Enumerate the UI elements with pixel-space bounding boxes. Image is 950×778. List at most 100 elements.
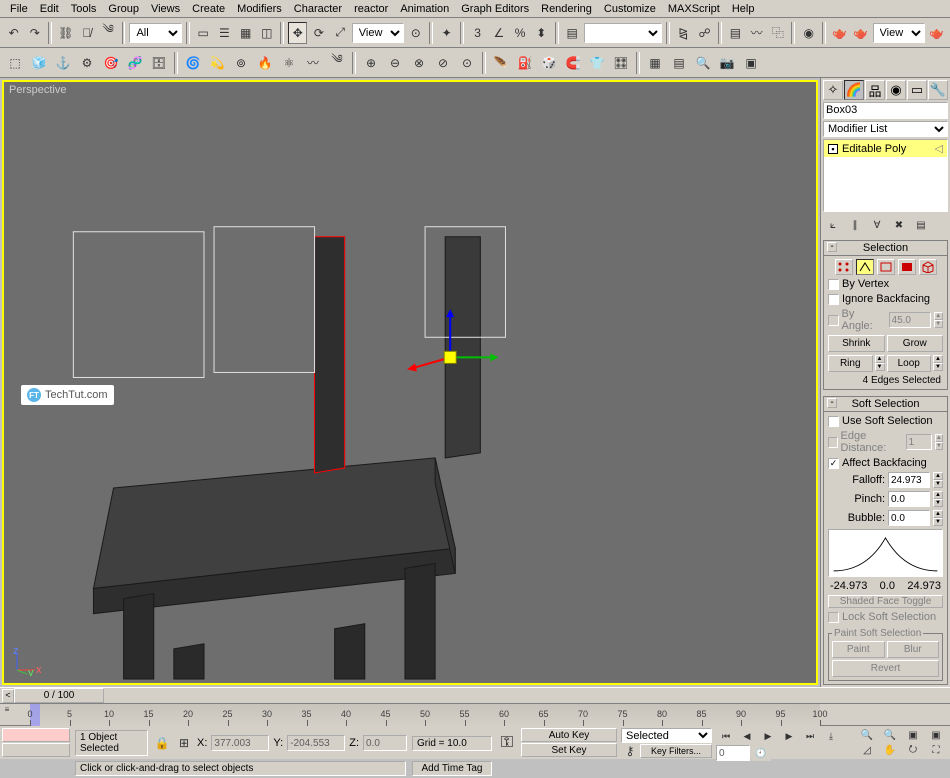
pinch-field[interactable] [888, 491, 930, 507]
pin-stack-button[interactable]: ⟀ [823, 216, 843, 234]
setkey-button[interactable]: Set Key [521, 743, 617, 757]
reactor-btn-33[interactable]: ▣ [740, 52, 762, 74]
menu-tools[interactable]: Tools [65, 2, 103, 16]
subobj-edge[interactable] [856, 259, 874, 275]
autokey-button[interactable]: Auto Key [521, 728, 617, 742]
select-by-name-button[interactable]: ☰ [215, 22, 234, 44]
reactor-btn-4[interactable]: 🎯 [100, 52, 122, 74]
reactor-btn-1[interactable]: 🧊 [28, 52, 50, 74]
chk-ignore-backfacing[interactable] [828, 294, 839, 305]
key-filters-button[interactable]: Key Filters... [640, 744, 712, 758]
render-scene-button[interactable]: 🫖 [830, 22, 849, 44]
selection-filter-combo[interactable]: All [129, 23, 181, 43]
zoom-extents-button[interactable]: ▣ [902, 728, 924, 742]
percent-snap-button[interactable]: % [510, 22, 529, 44]
reactor-btn-12[interactable]: ⚛ [278, 52, 300, 74]
layers-button[interactable]: ▤ [726, 22, 745, 44]
tab-create[interactable]: ✧ [823, 80, 843, 100]
maximize-viewport-button[interactable]: ⛶ [925, 743, 947, 757]
object-name-field[interactable] [823, 102, 948, 119]
redo-button[interactable]: ↷ [25, 22, 44, 44]
orbit-button[interactable]: ⭮ [902, 743, 924, 757]
menu-group[interactable]: Group [102, 2, 145, 16]
reactor-btn-17[interactable]: ⊖ [384, 52, 406, 74]
snap-toggle-button[interactable]: 3 [468, 22, 487, 44]
subobj-border[interactable] [877, 259, 895, 275]
reactor-btn-0[interactable]: ⬚ [4, 52, 26, 74]
loop-spin[interactable]: ▲▼ [933, 355, 943, 371]
menu-file[interactable]: File [4, 2, 34, 16]
subobj-vertex[interactable] [835, 259, 853, 275]
goto-start-button[interactable]: ⏮ [716, 728, 736, 744]
transform-type-in-button[interactable]: ⊞ [175, 735, 193, 751]
bubble-spin[interactable]: ▲▼ [933, 510, 943, 526]
reactor-btn-18[interactable]: ⊗ [408, 52, 430, 74]
pan-button[interactable]: ✋ [879, 743, 901, 757]
menu-reactor[interactable]: reactor [348, 2, 394, 16]
play-button[interactable]: ▶ [758, 728, 778, 744]
ring-button[interactable]: Ring [828, 355, 873, 372]
zoom-all-button[interactable]: 🔍 [879, 728, 901, 742]
menu-maxscript[interactable]: MAXScript [662, 2, 726, 16]
keymode-combo[interactable]: Selected [621, 728, 712, 743]
track-bar[interactable]: ≡ 05101520253035404550556065707580859095… [0, 703, 950, 725]
set-key-icon[interactable]: ⚷ [621, 744, 639, 758]
timeslider-prev-button[interactable]: < [2, 689, 14, 703]
align-button[interactable]: ☍ [695, 22, 714, 44]
reactor-btn-23[interactable]: ⛽ [514, 52, 536, 74]
key-step-button[interactable]: ⤓ [821, 728, 841, 744]
time-ruler[interactable]: 0510152025303540455055606570758085909510… [30, 704, 820, 726]
reactor-btn-3[interactable]: ⚙ [76, 52, 98, 74]
reactor-btn-5[interactable]: 🧬 [124, 52, 146, 74]
reactor-btn-32[interactable]: 📷 [716, 52, 738, 74]
menu-edit[interactable]: Edit [34, 2, 65, 16]
reactor-btn-25[interactable]: 🧲 [562, 52, 584, 74]
fov-button[interactable]: ◿ [856, 743, 878, 757]
y-field[interactable] [287, 735, 345, 751]
reactor-btn-20[interactable]: ⊙ [456, 52, 478, 74]
tab-utilities[interactable]: 🔧 [928, 80, 948, 100]
mini-listener[interactable] [2, 743, 70, 757]
bind-spacewarp-button[interactable]: ༄ [99, 22, 118, 44]
falloff-field[interactable] [888, 472, 930, 488]
curve-editor-button[interactable]: 〰 [747, 22, 766, 44]
named-selection-combo[interactable] [584, 23, 662, 43]
remove-modifier-button[interactable]: ✖ [889, 216, 909, 234]
reactor-btn-8[interactable]: 🌀 [182, 52, 204, 74]
select-scale-button[interactable]: ⤢ [331, 22, 350, 44]
viewport-perspective[interactable]: Perspective [2, 80, 818, 685]
angle-snap-button[interactable]: ∠ [489, 22, 508, 44]
ref-coord-combo[interactable]: View [352, 23, 404, 43]
expand-icon[interactable]: ▪ [828, 144, 838, 154]
render-preset-combo[interactable]: View [873, 23, 925, 43]
x-field[interactable] [211, 735, 269, 751]
quick-render-button[interactable]: 🫖 [851, 22, 870, 44]
schematic-view-button[interactable]: ⿻ [768, 22, 787, 44]
tab-hierarchy[interactable]: 品 [865, 80, 885, 100]
add-time-tag[interactable]: Add Time Tag [412, 761, 492, 776]
z-field[interactable] [363, 735, 407, 751]
reactor-btn-26[interactable]: 👕 [586, 52, 608, 74]
next-frame-button[interactable]: ▶ [779, 728, 799, 744]
subobj-polygon[interactable] [898, 259, 916, 275]
configure-sets-button[interactable]: ▤ [911, 216, 931, 234]
manipulate-button[interactable]: ✦ [437, 22, 456, 44]
lock-selection-button[interactable]: 🔒 [153, 735, 171, 751]
tab-modify[interactable]: 🌈 [844, 80, 864, 100]
stack-item-editable-poly[interactable]: ▪ Editable Poly ◁ [824, 140, 947, 157]
reactor-btn-13[interactable]: 〰 [302, 52, 324, 74]
reactor-btn-22[interactable]: 🪶 [490, 52, 512, 74]
reactor-btn-9[interactable]: 💫 [206, 52, 228, 74]
menu-graph-editors[interactable]: Graph Editors [455, 2, 535, 16]
reactor-btn-30[interactable]: ▤ [668, 52, 690, 74]
select-move-button[interactable]: ✥ [288, 22, 307, 44]
reactor-btn-6[interactable]: 🗄 [148, 52, 170, 74]
pinch-spin[interactable]: ▲▼ [933, 491, 943, 507]
reactor-btn-27[interactable]: 🎛 [610, 52, 632, 74]
menu-views[interactable]: Views [145, 2, 186, 16]
render-last-button[interactable]: 🫖 [927, 22, 946, 44]
menu-rendering[interactable]: Rendering [535, 2, 598, 16]
link-button[interactable]: ⛓ [56, 22, 75, 44]
loop-button[interactable]: Loop [887, 355, 932, 372]
tab-display[interactable]: ▭ [907, 80, 927, 100]
